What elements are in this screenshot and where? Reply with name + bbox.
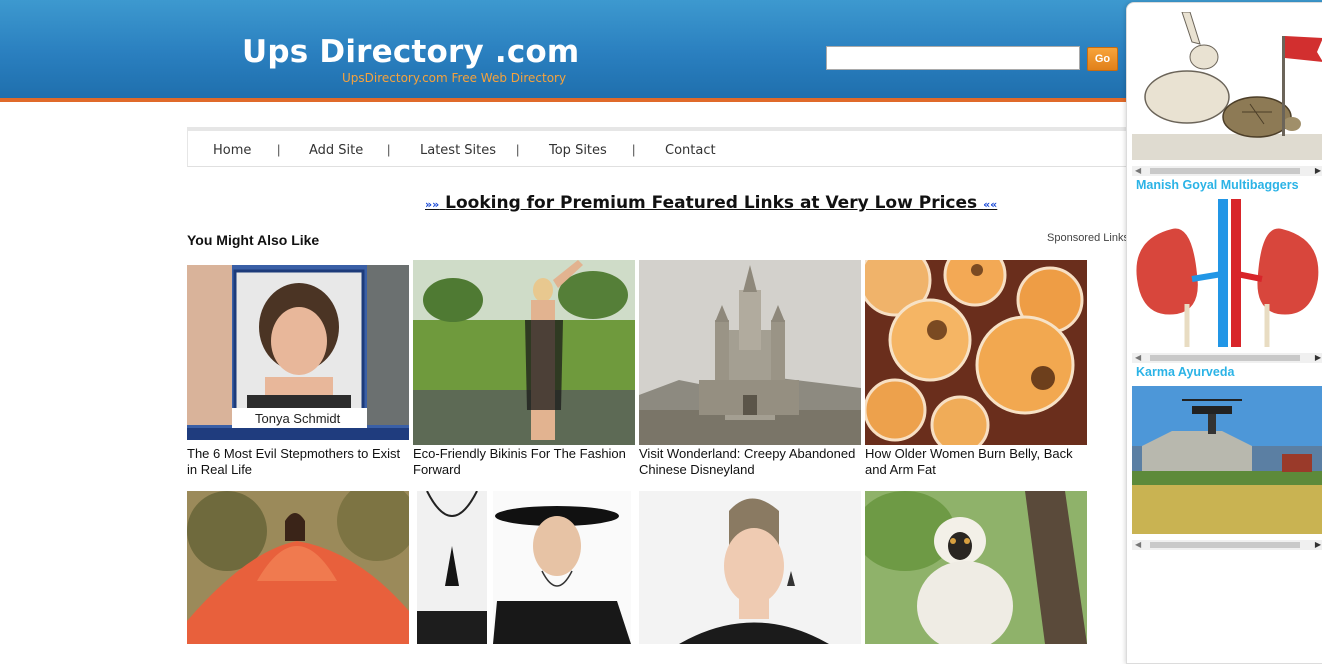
ad-horizontal-scrollbar[interactable]: ◀ ▶ [1132,353,1322,363]
stepmother-mugshot-image[interactable]: Tonya Schmidt [187,265,409,440]
nav-separator: | [387,142,391,157]
scroll-left-arrow-icon[interactable]: ◀ [1135,353,1141,363]
rabbit-tortoise-ad-image[interactable] [1132,12,1322,160]
nav-separator: | [277,142,281,157]
scroll-thumb[interactable] [1150,542,1300,548]
ad-horizontal-scrollbar[interactable]: ◀ ▶ [1132,540,1322,550]
site-header [0,0,1322,98]
go-button[interactable]: Go [1087,47,1118,71]
nav-item-latest-sites[interactable]: Latest Sites [420,143,496,158]
ad-label-link[interactable]: Manish Goyal Multibaggers [1136,178,1299,192]
drone-farm-ad-image[interactable] [1132,386,1322,534]
section-title: You Might Also Like [187,232,320,248]
sidebar-ad-panel: ◀ ▶ Manish Goyal Multibaggers ◀ ▶ Karma … [1126,2,1322,664]
main-nav: Home | Add Site | Latest Sites | Top Sit… [187,127,1132,167]
scroll-left-arrow-icon[interactable]: ◀ [1135,540,1141,550]
ad-label-link[interactable]: Karma Ayurveda [1136,365,1234,379]
abandoned-castle-image[interactable] [639,260,861,445]
card-caption[interactable]: Eco-Friendly Bikinis For The Fashion For… [413,446,635,478]
premium-links-promo[interactable]: »» Looking for Premium Featured Links at… [425,193,997,213]
scroll-right-arrow-icon[interactable]: ▶ [1315,540,1321,550]
nav-item-home[interactable]: Home [213,143,251,158]
orange-dress-image[interactable] [187,491,409,644]
mugshot-name-caption: Tonya Schmidt [255,411,341,426]
fat-cells-image[interactable] [865,260,1087,445]
necklace-model-image[interactable] [417,491,631,644]
scroll-thumb[interactable] [1150,168,1300,174]
card-caption[interactable]: Visit Wonderland: Creepy Abandoned Chine… [639,446,861,478]
lemur-photo-image[interactable] [865,491,1087,644]
scroll-right-arrow-icon[interactable]: ▶ [1315,353,1321,363]
earring-model-image[interactable] [639,491,861,644]
promo-right-arrows: «« [983,198,998,211]
card-caption[interactable]: The 6 Most Evil Stepmothers to Exist in … [187,446,409,478]
scroll-thumb[interactable] [1150,355,1300,361]
search-input[interactable] [826,46,1080,70]
promo-left-arrows: »» [425,198,440,211]
nav-separator: | [632,142,636,157]
scroll-left-arrow-icon[interactable]: ◀ [1135,166,1141,176]
scroll-right-arrow-icon[interactable]: ▶ [1315,166,1321,176]
header-accent-line [0,98,1322,102]
ad-horizontal-scrollbar[interactable]: ◀ ▶ [1132,166,1322,176]
nav-item-add-site[interactable]: Add Site [309,143,363,158]
nav-item-contact[interactable]: Contact [665,143,716,158]
site-tagline: UpsDirectory.com Free Web Directory [342,71,567,85]
kidney-ad-image[interactable] [1132,199,1322,347]
promo-text: Looking for Premium Featured Links at Ve… [445,193,978,213]
sponsored-links-label[interactable]: Sponsored Links [1047,232,1129,244]
nav-separator: | [516,142,520,157]
nav-item-top-sites[interactable]: Top Sites [549,143,607,158]
site-logo-title[interactable]: Ups Directory .com [242,34,579,70]
bikini-photo-image[interactable] [413,260,635,445]
card-caption[interactable]: How Older Women Burn Belly, Back and Arm… [865,446,1087,478]
